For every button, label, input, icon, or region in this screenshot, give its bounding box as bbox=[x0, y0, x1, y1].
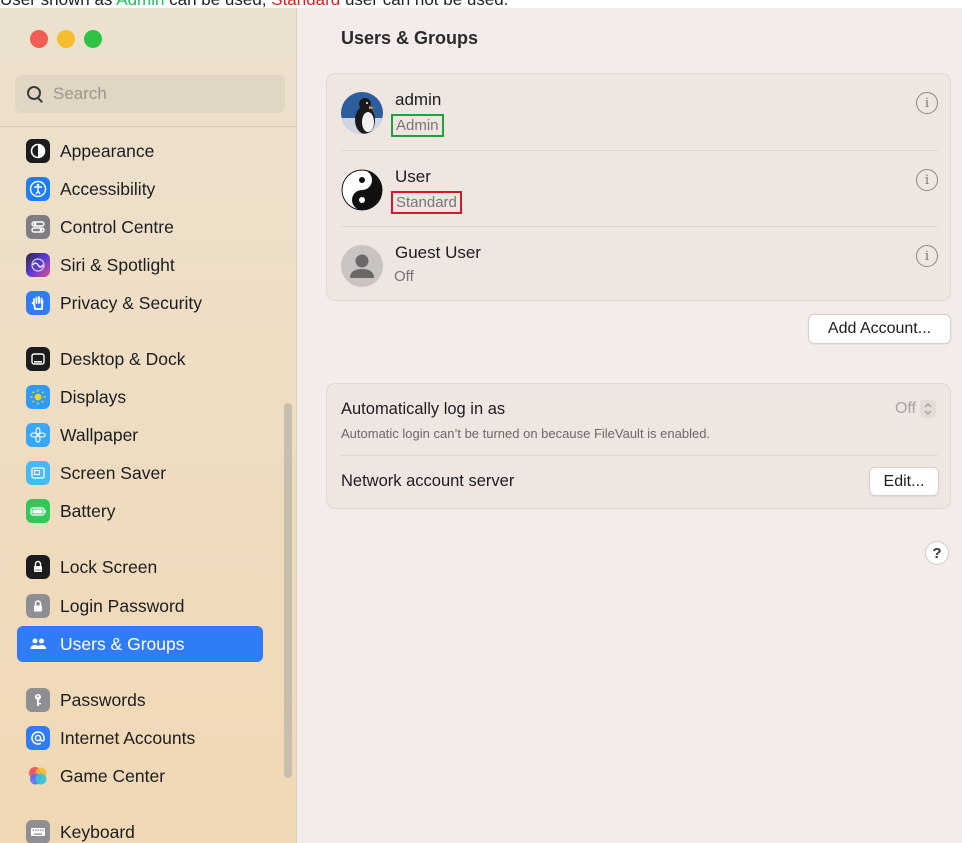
sidebar-divider bbox=[0, 126, 297, 127]
updown-chevron-icon bbox=[920, 400, 936, 418]
guest-avatar bbox=[341, 245, 383, 287]
sidebar-item-label: Lock Screen bbox=[60, 556, 158, 577]
battery-icon bbox=[26, 499, 50, 523]
sidebar: Search Appearance Accessibility Control … bbox=[0, 8, 297, 843]
sidebar-item-label: Screen Saver bbox=[60, 462, 167, 483]
help-button[interactable]: ? bbox=[925, 541, 949, 565]
info-icon[interactable]: i bbox=[916, 245, 938, 267]
zoom-window-button[interactable] bbox=[84, 30, 102, 48]
search-icon bbox=[27, 86, 43, 102]
screen-saver-icon bbox=[26, 461, 50, 485]
flower-icon bbox=[26, 423, 50, 447]
sun-icon bbox=[26, 385, 50, 409]
at-icon bbox=[26, 726, 50, 750]
sidebar-item-label: Appearance bbox=[60, 140, 155, 161]
page-title: Users & Groups bbox=[341, 28, 479, 48]
sidebar-item-label: Game Center bbox=[60, 765, 166, 786]
sidebar-item-control-centre[interactable]: Control Centre bbox=[17, 209, 263, 245]
sidebar-item-game-center[interactable]: Game Center bbox=[17, 758, 263, 794]
game-center-icon bbox=[26, 764, 50, 788]
window-controls bbox=[30, 30, 102, 48]
sidebar-item-label: Battery bbox=[60, 500, 116, 521]
hand-icon bbox=[26, 291, 50, 315]
yin-yang-avatar bbox=[341, 169, 383, 211]
key-icon bbox=[26, 688, 50, 712]
sidebar-item-label: Siri & Spotlight bbox=[60, 254, 175, 275]
user-name: Guest User bbox=[395, 243, 481, 262]
close-window-button[interactable] bbox=[30, 30, 48, 48]
sidebar-item-battery[interactable]: Battery bbox=[17, 493, 263, 529]
edit-button[interactable]: Edit... bbox=[869, 467, 939, 496]
sidebar-item-desktop-dock[interactable]: Desktop & Dock bbox=[17, 341, 263, 377]
add-account-button[interactable]: Add Account... bbox=[808, 314, 951, 344]
sidebar-item-passwords[interactable]: Passwords bbox=[17, 682, 263, 718]
sidebar-item-label: Control Centre bbox=[60, 216, 174, 237]
user-name: User bbox=[395, 167, 431, 186]
sidebar-item-label: Privacy & Security bbox=[60, 292, 202, 313]
lock-screen-icon bbox=[26, 555, 50, 579]
row-divider bbox=[341, 455, 938, 456]
sidebar-item-wallpaper[interactable]: Wallpaper bbox=[17, 417, 263, 453]
sidebar-item-label: Passwords bbox=[60, 689, 146, 710]
sidebar-item-label: Login Password bbox=[60, 595, 185, 616]
sidebar-item-label: Users & Groups bbox=[60, 633, 185, 654]
control-centre-icon bbox=[26, 215, 50, 239]
search-placeholder: Search bbox=[53, 84, 107, 103]
login-options-panel: Automatically log in as Automatic login … bbox=[326, 383, 951, 509]
sidebar-scrollbar[interactable] bbox=[284, 403, 292, 778]
auto-login-note: Automatic login can’t be turned on becau… bbox=[341, 426, 711, 441]
sidebar-item-login-password[interactable]: Login Password bbox=[17, 588, 263, 624]
sidebar-item-label: Accessibility bbox=[60, 178, 156, 199]
info-icon[interactable]: i bbox=[916, 169, 938, 191]
sidebar-item-label: Keyboard bbox=[60, 821, 135, 842]
user-role-guest: Off bbox=[394, 268, 414, 285]
sidebar-item-label: Displays bbox=[60, 386, 127, 407]
siri-icon bbox=[26, 253, 50, 277]
sidebar-item-privacy-security[interactable]: Privacy & Security bbox=[17, 285, 263, 321]
appearance-icon bbox=[26, 139, 50, 163]
settings-window: Search Appearance Accessibility Control … bbox=[0, 8, 962, 843]
sidebar-item-accessibility[interactable]: Accessibility bbox=[17, 171, 263, 207]
lock-icon bbox=[26, 594, 50, 618]
minimize-window-button[interactable] bbox=[57, 30, 75, 48]
auto-login-value: Off bbox=[894, 400, 916, 417]
sidebar-item-appearance[interactable]: Appearance bbox=[17, 133, 263, 169]
auto-login-label: Automatically log in as bbox=[341, 400, 506, 418]
sidebar-item-users-groups[interactable]: Users & Groups bbox=[17, 626, 263, 662]
accessibility-icon bbox=[26, 177, 50, 201]
sidebar-item-siri-spotlight[interactable]: Siri & Spotlight bbox=[17, 247, 263, 283]
user-role-standard: Standard bbox=[391, 191, 462, 214]
sidebar-item-displays[interactable]: Displays bbox=[17, 379, 263, 415]
network-server-label: Network account server bbox=[341, 472, 515, 490]
sidebar-item-label: Wallpaper bbox=[60, 424, 139, 445]
sidebar-item-screen-saver[interactable]: Screen Saver bbox=[17, 455, 263, 491]
user-name: admin bbox=[395, 90, 442, 109]
search-input[interactable]: Search bbox=[15, 75, 285, 113]
info-icon[interactable]: i bbox=[916, 92, 938, 114]
user-row-admin[interactable]: admin Admin i bbox=[327, 74, 952, 150]
sidebar-item-label: Desktop & Dock bbox=[60, 348, 186, 369]
sidebar-item-lock-screen[interactable]: Lock Screen bbox=[17, 549, 263, 585]
keyboard-icon bbox=[26, 820, 50, 843]
penguin-avatar bbox=[341, 92, 383, 134]
sidebar-item-label: Internet Accounts bbox=[60, 727, 196, 748]
users-icon bbox=[26, 632, 50, 656]
users-list-panel: admin Admin i User Standard i Guest User… bbox=[326, 73, 951, 301]
user-row-guest[interactable]: Guest User Off i bbox=[327, 227, 952, 303]
sidebar-item-internet-accounts[interactable]: Internet Accounts bbox=[17, 720, 263, 756]
sidebar-item-keyboard[interactable]: Keyboard bbox=[17, 814, 263, 843]
user-row-user[interactable]: User Standard i bbox=[327, 151, 952, 227]
dock-icon bbox=[26, 347, 50, 371]
user-role-admin: Admin bbox=[391, 114, 444, 137]
auto-login-select[interactable]: Off bbox=[895, 400, 936, 418]
